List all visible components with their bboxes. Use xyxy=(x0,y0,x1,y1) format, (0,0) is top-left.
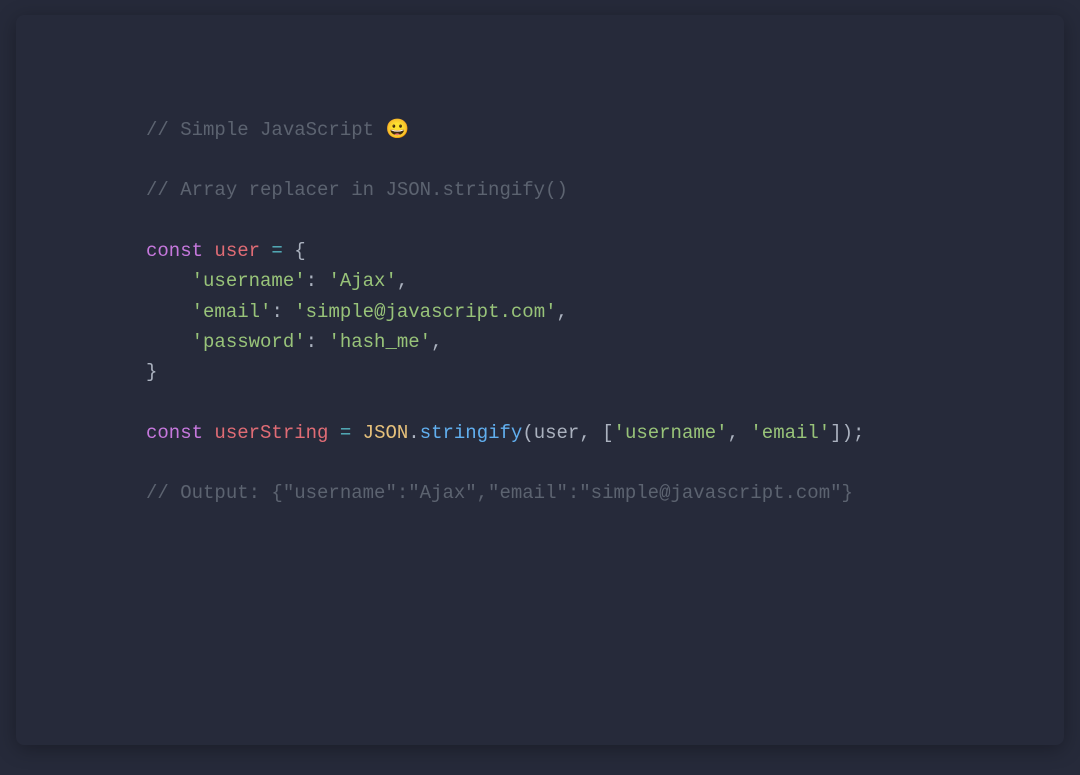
semicolon: ; xyxy=(853,422,864,444)
object-key: 'email' xyxy=(192,301,272,323)
brace-open: { xyxy=(294,240,305,262)
indent xyxy=(146,270,192,292)
array-item: 'email' xyxy=(750,422,830,444)
comment-text: // Array replacer in JSON.stringify() xyxy=(146,179,568,201)
blank-line xyxy=(146,448,1064,478)
colon: : xyxy=(306,270,329,292)
code-editor: // Simple JavaScript 😀 // Array replacer… xyxy=(16,15,1064,745)
blank-line xyxy=(146,145,1064,175)
variable-name: userString xyxy=(214,422,328,444)
paren-close: ) xyxy=(842,422,853,444)
blank-line xyxy=(146,388,1064,418)
class-name: JSON xyxy=(363,422,409,444)
whitespace xyxy=(203,240,214,262)
code-line: // Output: {"username":"Ajax","email":"s… xyxy=(146,478,1064,508)
bracket-open: [ xyxy=(602,422,613,444)
object-key: 'username' xyxy=(192,270,306,292)
operator-equals: = xyxy=(260,240,294,262)
paren-open: ( xyxy=(522,422,533,444)
code-line: // Array replacer in JSON.stringify() xyxy=(146,175,1064,205)
operator-equals: = xyxy=(328,422,362,444)
comma: , xyxy=(431,331,442,353)
comma-sep: , xyxy=(579,422,602,444)
argument: user xyxy=(534,422,580,444)
colon: : xyxy=(271,301,294,323)
array-item: 'username' xyxy=(614,422,728,444)
emoji-icon: 😀 xyxy=(385,119,409,141)
brace-close: } xyxy=(146,361,157,383)
whitespace xyxy=(203,422,214,444)
bracket-close: ] xyxy=(830,422,841,444)
comma-sep: , xyxy=(728,422,751,444)
code-line: } xyxy=(146,357,1064,387)
comma: , xyxy=(397,270,408,292)
code-line: // Simple JavaScript 😀 xyxy=(146,115,1064,145)
code-line: const user = { xyxy=(146,236,1064,266)
keyword-const: const xyxy=(146,422,203,444)
code-line: 'email': 'simple@javascript.com', xyxy=(146,297,1064,327)
string-value: 'simple@javascript.com' xyxy=(294,301,556,323)
comment-text: // Output: {"username":"Ajax","email":"s… xyxy=(146,482,853,504)
string-value: 'hash_me' xyxy=(328,331,431,353)
method-name: stringify xyxy=(420,422,523,444)
code-line: 'username': 'Ajax', xyxy=(146,266,1064,296)
code-line: 'password': 'hash_me', xyxy=(146,327,1064,357)
comment-text: // Simple JavaScript xyxy=(146,119,385,141)
colon: : xyxy=(306,331,329,353)
code-line: const userString = JSON.stringify(user, … xyxy=(146,418,1064,448)
indent xyxy=(146,331,192,353)
indent xyxy=(146,301,192,323)
keyword-const: const xyxy=(146,240,203,262)
blank-line xyxy=(146,206,1064,236)
comma: , xyxy=(557,301,568,323)
variable-name: user xyxy=(214,240,260,262)
dot: . xyxy=(408,422,419,444)
object-key: 'password' xyxy=(192,331,306,353)
string-value: 'Ajax' xyxy=(328,270,396,292)
